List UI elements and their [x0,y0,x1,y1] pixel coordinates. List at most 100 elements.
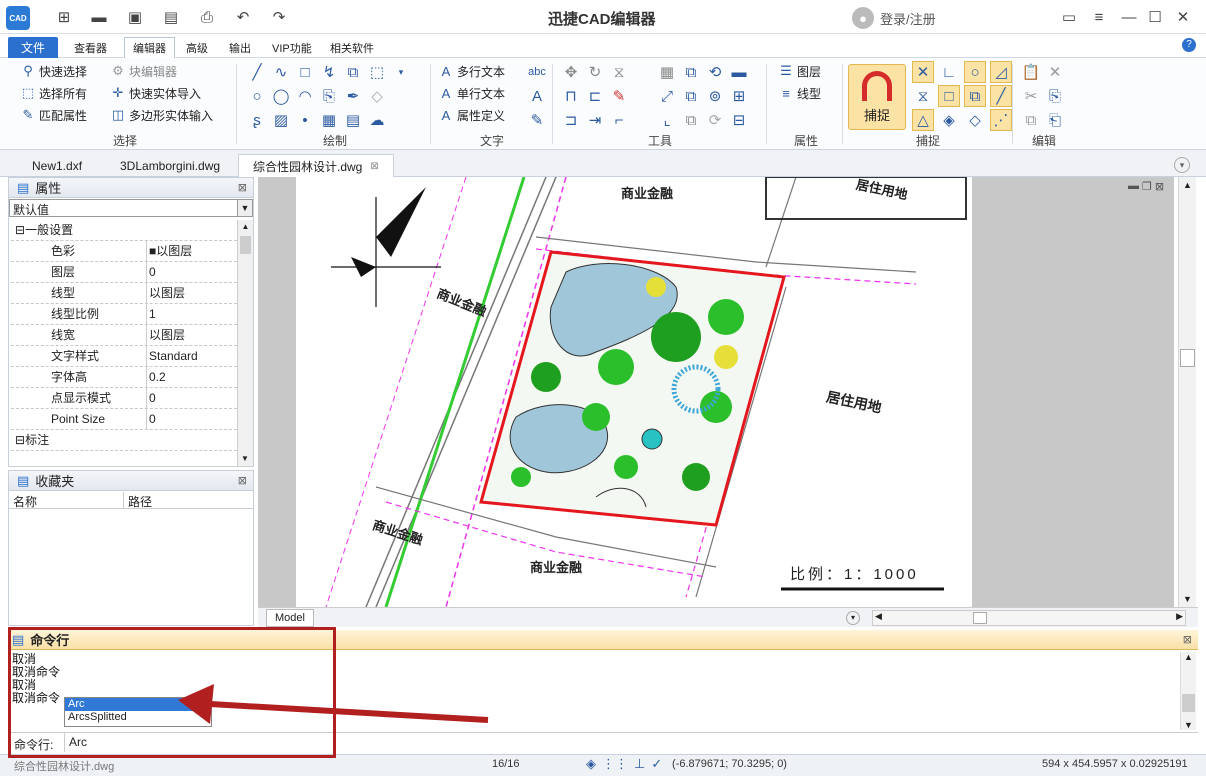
snap-square-icon[interactable]: □ [938,85,960,107]
color-icon[interactable]: ✎ [608,85,630,107]
horizontal-scrollbar[interactable]: ◀ ▶ [872,610,1186,626]
property-row[interactable]: 文字样式 Standard [11,346,237,367]
match-properties-button[interactable]: ✎ 匹配属性 [20,104,87,126]
snap-button[interactable]: 捕捉 [848,64,906,130]
pen-icon[interactable]: ✒ [342,85,364,107]
text-edit-icon[interactable]: ✎ [526,109,548,131]
doc-tab-active[interactable]: 综合性园林设计.dwg ⊠ [238,154,394,177]
clipboard-icon[interactable]: 📋 [1020,61,1042,83]
tabs-dropdown-icon[interactable]: ▾ [1174,157,1190,173]
snap-midpoint-icon[interactable]: ⧖ [912,85,934,107]
move-icon[interactable]: ✥ [560,61,582,83]
dropdown-icon[interactable]: ▾ [390,61,412,83]
layer-button[interactable]: ☰ 图层 [778,60,821,82]
region-icon[interactable]: ⬚ [366,61,388,83]
line-icon[interactable]: ╱ [246,61,268,83]
lineweight-toggle-icon[interactable]: ✓ [651,756,662,772]
help-icon[interactable]: ? [1182,38,1196,52]
model-tab[interactable]: Model [266,609,314,627]
scroll-thumb[interactable] [1180,349,1195,367]
snap-insertion-icon[interactable]: ⧉ [964,85,986,107]
purge-icon[interactable]: ⊟ [728,109,750,131]
measure-icon[interactable]: ⤢ [656,85,678,107]
chamfer-icon[interactable]: ⌞ [656,109,678,131]
snap-quadrant-icon[interactable]: ◇ [964,109,986,131]
cut-icon[interactable]: ✂ [1020,85,1042,107]
copy-icon[interactable]: ⧉ [680,61,702,83]
explode-icon[interactable]: ⧉ [680,85,702,107]
scroll-up-icon[interactable]: ▲ [238,220,253,234]
scroll-down-icon[interactable]: ▼ [1181,720,1196,730]
block-icon[interactable]: ⊞ [728,85,750,107]
scroll-left-icon[interactable]: ◀ [875,611,882,622]
close-button[interactable]: ✕ [1172,7,1194,27]
delete-icon[interactable]: ✕ [1044,61,1066,83]
chevron-down-icon[interactable]: ▼ [237,200,252,216]
shape-icon[interactable]: ◇ [366,85,388,107]
freehand-icon[interactable]: ∿ [270,61,292,83]
scroll-thumb[interactable] [1182,694,1195,712]
scroll-up-icon[interactable]: ▲ [1181,652,1196,662]
open-icon[interactable]: ▬ [90,8,108,26]
undo-icon[interactable]: ↶ [234,8,252,26]
table-icon[interactable]: ▤ [342,109,364,131]
fill-icon[interactable]: ▦ [656,61,678,83]
grid-toggle-icon[interactable]: ⋮⋮ [602,756,628,772]
property-row[interactable]: 图层 0 [11,262,237,283]
copy-edit-icon[interactable]: ⧉ [1020,109,1042,131]
ortho-toggle-icon[interactable]: ⊥ [634,756,645,772]
fillet-icon[interactable]: ⌐ [608,109,630,131]
layout-dropdown-icon[interactable]: ▾ [846,611,860,625]
category-general[interactable]: ⊟一般设置 [11,220,237,241]
snap-node-icon[interactable]: ◈ [938,109,960,131]
column-header-name[interactable]: 名称 [13,493,37,510]
property-row[interactable]: Point Size 0 [11,409,237,430]
offset-icon[interactable]: ⊐ [560,109,582,131]
property-row[interactable]: 字体高 0.2 [11,367,237,388]
arc-icon[interactable]: ◠ [294,85,316,107]
extend-icon[interactable]: ⇥ [584,109,606,131]
linetype-button[interactable]: ≡ 线型 [778,82,821,104]
properties-dropdown[interactable]: 默认值 ▼ [9,199,253,217]
circle-icon[interactable]: ○ [246,85,268,107]
tab-editor[interactable]: 编辑器 [124,37,175,58]
hatch-icon[interactable]: ▨ [270,109,292,131]
doc-tab[interactable]: New1.dxf [18,154,96,177]
scroll-thumb[interactable] [240,236,251,254]
single-line-text-button[interactable]: A 单行文本 [438,82,505,104]
mirror-icon[interactable]: ⧖ [608,61,630,83]
scroll-right-icon[interactable]: ▶ [1176,611,1183,622]
close-panel-icon[interactable]: ⊠ [238,181,247,194]
scroll-up-icon[interactable]: ▲ [1179,177,1196,193]
login-button[interactable]: ● 登录/注册 [852,6,936,30]
rotate-icon[interactable]: ↻ [584,61,606,83]
spline-icon[interactable]: ʂ [246,109,268,131]
ellipse-icon[interactable]: ◯ [270,85,292,107]
text-format-icon[interactable]: A [526,85,548,107]
scroll-down-icon[interactable]: ▼ [1179,591,1196,607]
property-row[interactable]: 点显示模式 0 [11,388,237,409]
group-icon[interactable]: ⊚ [704,85,726,107]
dimension-icon[interactable]: ⊏ [584,85,606,107]
scroll-thumb[interactable] [973,612,987,624]
tab-vip[interactable]: VIP功能 [264,37,320,58]
property-row[interactable]: 线宽 以图层 [11,325,237,346]
print-icon[interactable]: ⎙ [198,8,216,26]
canvas-vertical-scrollbar[interactable]: ▲ ▼ [1178,177,1196,607]
snap-triangle-icon[interactable]: △ [912,109,934,131]
close-panel-icon[interactable]: ⊠ [1183,633,1192,646]
drawing-paper[interactable]: 商业金融 商业金融 商业金融 商业金融 居住用地 居住用地 比例：1：1000 [296,176,972,608]
snap-nearest-icon[interactable]: ╱ [990,85,1012,107]
close-canvas-icon[interactable]: ⊠ [1155,180,1164,193]
category-annotation[interactable]: ⊟标注 [11,430,237,451]
close-panel-icon[interactable]: ⊠ [238,474,247,487]
save-icon[interactable]: ▣ [126,8,144,26]
tab-advanced[interactable]: 高级 [178,37,216,58]
tab-viewer[interactable]: 查看器 [66,37,115,58]
image-icon[interactable]: ▦ [318,109,340,131]
snap-extension-icon[interactable]: ⋰ [990,109,1012,131]
snap-endpoint-icon[interactable]: ✕ [912,61,934,83]
tab-related-software[interactable]: 相关软件 [322,37,382,58]
command-scrollbar[interactable]: ▲ ▼ [1180,652,1196,730]
snap-toggle-icon[interactable]: ◈ [586,756,596,772]
